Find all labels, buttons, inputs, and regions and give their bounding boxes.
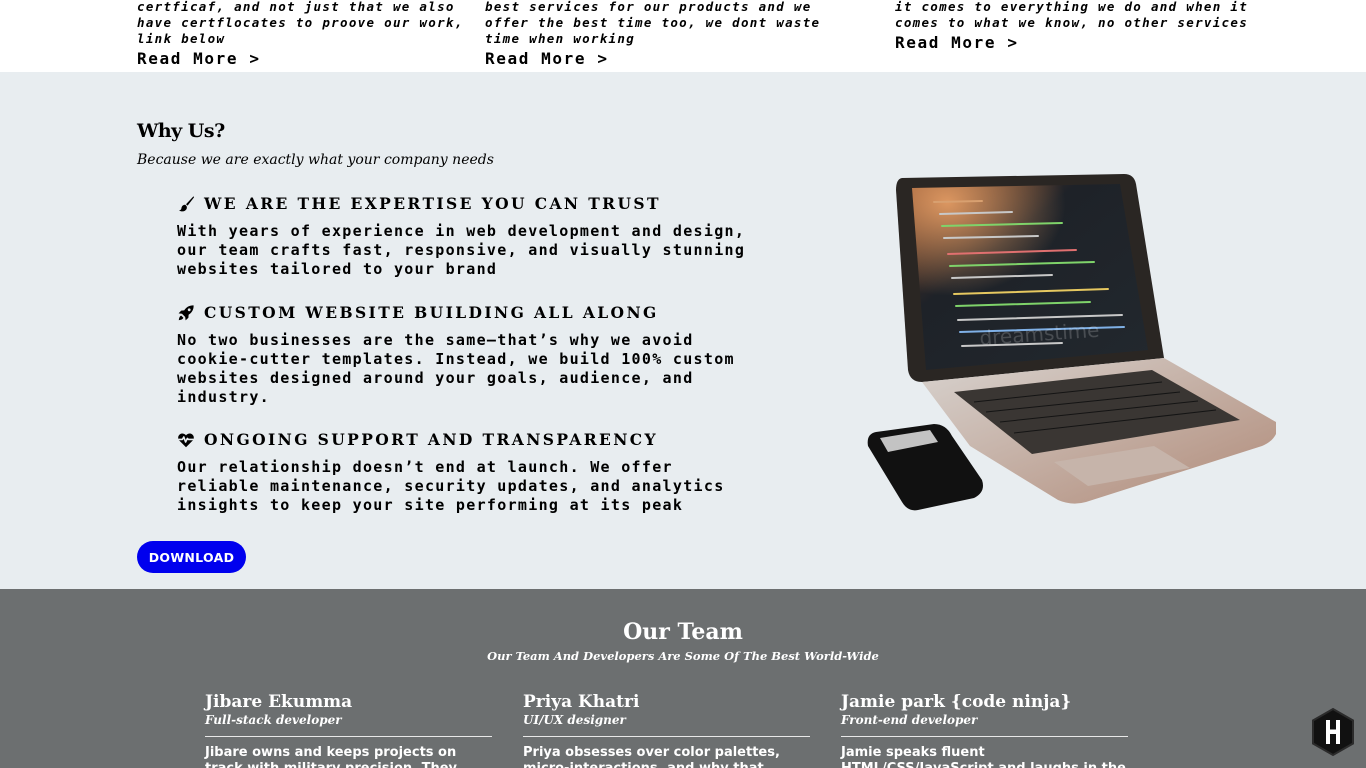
team-subtitle: Our Team And Developers Are Some Of The …: [487, 649, 879, 663]
feature-text: With years of experience in web developm…: [177, 222, 746, 278]
our-team-section: Our Team Our Team And Developers Are Som…: [0, 589, 1366, 768]
feature-title: ONGOING SUPPORT AND TRANSPARENCY: [204, 430, 658, 449]
feature-text: No two businesses are the same—that’s wh…: [177, 331, 735, 406]
team-member-card: Jibare Ekumma Full-stack developer Jibar…: [205, 692, 492, 768]
member-role: Full-stack developer: [205, 713, 492, 737]
member-bio: Jibare owns and keeps projects on track …: [205, 745, 457, 768]
service-card: of study and was also able to gain certf…: [137, 0, 497, 68]
read-more-link[interactable]: Read More >: [895, 33, 1255, 52]
why-us-subtitle: Because we are exactly what your company…: [137, 152, 494, 168]
laptop-image: dreamstime: [867, 174, 1276, 511]
feature-text: Our relationship doesn’t end at launch. …: [177, 458, 725, 514]
rocket-icon: [178, 304, 194, 320]
read-more-link[interactable]: Read More >: [137, 49, 497, 68]
member-name: Jamie park {code ninja}: [841, 692, 1072, 712]
read-more-link[interactable]: Read More >: [485, 49, 845, 68]
member-bio: Priya obsesses over color palettes, micr…: [523, 745, 780, 768]
feature-custom-building: CUSTOM WEBSITE BUILDING ALL ALONG No two…: [177, 303, 757, 407]
why-us-title: Why Us?: [137, 120, 225, 142]
feature-title: WE ARE THE EXPERTISE YOU CAN TRUST: [204, 194, 661, 213]
why-us-section: Why Us? Because we are exactly what your…: [0, 72, 1366, 589]
feature-expertise: WE ARE THE EXPERTISE YOU CAN TRUST With …: [177, 194, 757, 279]
member-name: Jibare Ekumma: [205, 692, 353, 712]
team-member-card: Priya Khatri UI/UX designer Priya obsess…: [523, 692, 810, 768]
service-card: plans as we have them, and we offer the …: [485, 0, 845, 68]
service-text: plans as we have them, and we offer the …: [485, 0, 821, 46]
member-bio: Jamie speaks fluent HTML/CSS/JavaScript …: [841, 745, 1126, 768]
team-member-card: Jamie park {code ninja} Front-end develo…: [841, 692, 1128, 768]
heart-pulse-icon: [178, 433, 194, 447]
member-role: Front-end developer: [841, 713, 1128, 737]
service-card: be specifics below, we are the best hen …: [895, 0, 1255, 52]
service-text: of study and was also able to gain certf…: [137, 0, 464, 46]
hexagon-h-icon[interactable]: [1310, 707, 1356, 757]
paintbrush-icon: [179, 195, 194, 211]
team-title: Our Team: [623, 619, 743, 645]
download-button[interactable]: DOWNLOAD: [137, 541, 246, 573]
member-name: Priya Khatri: [523, 692, 640, 712]
service-text: be specifics below, we are the best hen …: [895, 0, 1249, 30]
member-role: UI/UX designer: [523, 713, 810, 737]
feature-support: ONGOING SUPPORT AND TRANSPARENCY Our rel…: [177, 430, 757, 515]
feature-title: CUSTOM WEBSITE BUILDING ALL ALONG: [204, 303, 659, 322]
services-section: of study and was also able to gain certf…: [0, 0, 1366, 72]
